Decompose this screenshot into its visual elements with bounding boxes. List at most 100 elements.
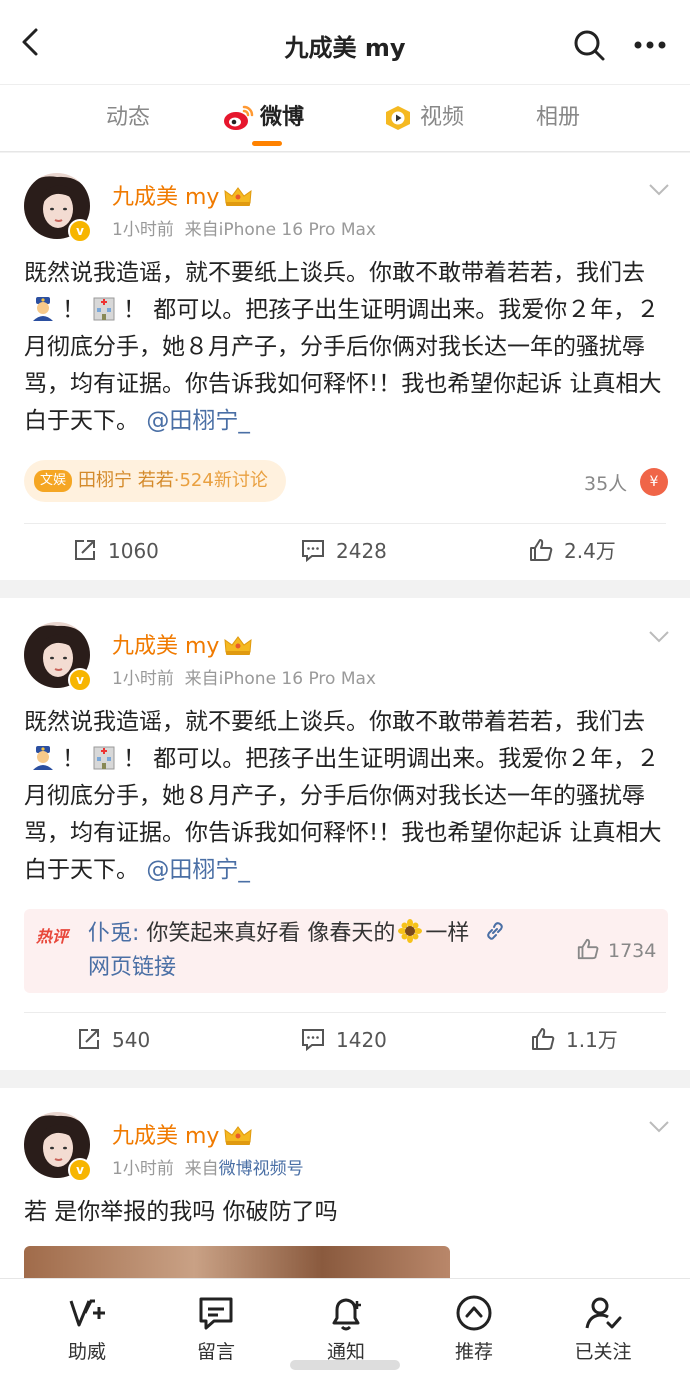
hot-comment-text: 仆兎: 你笑起来真好看 像春天的 一样 网页链接 bbox=[88, 917, 568, 985]
username[interactable]: 九成美 my bbox=[112, 179, 253, 211]
hot-comment[interactable]: 热评 仆兎: 你笑起来真好看 像春天的 一样 网页链接 1734 bbox=[24, 909, 668, 993]
hot-comment-like-count: 1734 bbox=[608, 940, 657, 962]
thumbs-up-icon bbox=[577, 938, 599, 960]
home-indicator bbox=[290, 1360, 400, 1370]
nav-cheer[interactable]: 助威 bbox=[37, 1293, 137, 1364]
divider bbox=[24, 523, 666, 524]
nav-label: 留言 bbox=[196, 1341, 235, 1363]
post-source-prefix: 来自 bbox=[184, 1159, 219, 1179]
verified-badge-icon: v bbox=[68, 668, 92, 692]
topic-pill[interactable]: 文娱 田栩宁 若若·524新讨论 bbox=[24, 460, 286, 502]
hospital-emoji-icon bbox=[93, 746, 115, 770]
followed-icon bbox=[585, 1297, 622, 1329]
repost-count: 1060 bbox=[108, 539, 159, 563]
hot-comment-label: 热评 bbox=[36, 927, 69, 946]
verified-badge-icon: v bbox=[68, 219, 92, 243]
post-text: 若 是你举报的我吗 你破防了吗 bbox=[24, 1199, 338, 1225]
post-meta: 1小时前 来自iPhone 16 Pro Max bbox=[112, 664, 376, 689]
tab-active-indicator bbox=[252, 141, 282, 146]
tab-weibo-label: 微博 bbox=[260, 105, 305, 130]
video-thumbnail[interactable] bbox=[24, 1246, 450, 1278]
chevron-down-icon[interactable] bbox=[648, 183, 670, 197]
hot-comment-like[interactable]: 1734 bbox=[576, 937, 656, 962]
repost-count: 540 bbox=[112, 1028, 151, 1052]
thumbs-up-icon bbox=[532, 1028, 555, 1050]
hot-comment-body: 你笑起来真好看 像春天的 bbox=[146, 921, 396, 946]
post-card[interactable]: v 九成美 my 1小时前 来自iPhone 16 Pro Max 既然说我造谣… bbox=[0, 153, 690, 580]
hot-comment-user[interactable]: 仆兎: bbox=[88, 921, 139, 946]
web-link[interactable]: 网页链接 bbox=[88, 955, 176, 980]
post-time: 1小时前 bbox=[112, 220, 174, 240]
post-text-part: ！ 都可以。把孩子出生证明调出来。我爱你２年，２月彻底分手，她８月产子，分手后你… bbox=[24, 297, 662, 434]
more-dots-icon[interactable] bbox=[632, 30, 668, 60]
post-source[interactable]: 微博视频号 bbox=[219, 1159, 304, 1179]
post-source: iPhone 16 Pro Max bbox=[218, 220, 376, 240]
red-envelope-icon[interactable]: ¥ bbox=[640, 468, 668, 496]
post-text: 既然说我造谣，就不要纸上谈兵。你敢不敢带着若若，我们去 ！ ！ 都可以。把孩子出… bbox=[24, 255, 666, 440]
recommend-icon bbox=[456, 1295, 492, 1331]
username-text: 九成美 my bbox=[112, 185, 220, 210]
tab-album[interactable]: 相册 bbox=[536, 103, 580, 133]
repost-button[interactable]: 540 bbox=[76, 1026, 150, 1054]
post-meta: 1小时前 来自iPhone 16 Pro Max bbox=[112, 215, 376, 240]
post-text-part: 既然说我造谣，就不要纸上谈兵。你敢不敢带着若若，我们去 bbox=[24, 260, 645, 286]
nav-recommend[interactable]: 推荐 bbox=[424, 1293, 524, 1364]
message-icon bbox=[199, 1297, 233, 1330]
nav-notify[interactable]: 通知 bbox=[296, 1293, 396, 1364]
username-text: 九成美 my bbox=[112, 1124, 220, 1149]
like-button[interactable]: 1.1万 bbox=[530, 1026, 618, 1054]
username[interactable]: 九成美 my bbox=[112, 628, 253, 660]
sunflower-emoji-icon bbox=[398, 919, 423, 943]
weibo-icon bbox=[224, 105, 254, 130]
bell-icon bbox=[332, 1298, 361, 1331]
thumbs-up-icon bbox=[530, 539, 553, 561]
username[interactable]: 九成美 my bbox=[112, 1118, 253, 1150]
nav-followed[interactable]: 已关注 bbox=[553, 1293, 653, 1364]
repost-icon bbox=[79, 1029, 99, 1049]
like-button[interactable]: 2.4万 bbox=[528, 537, 616, 565]
nav-message[interactable]: 留言 bbox=[166, 1293, 266, 1364]
like-count: 1.1万 bbox=[566, 1028, 618, 1052]
nav-label: 推荐 bbox=[454, 1341, 493, 1363]
comment-icon bbox=[302, 1029, 324, 1052]
post-meta: 1小时前 来自微博视频号 bbox=[112, 1154, 304, 1179]
police-emoji-icon bbox=[33, 297, 53, 321]
topic-count: ·524新讨论 bbox=[173, 470, 268, 491]
post-text-part: 既然说我造谣，就不要纸上谈兵。你敢不敢带着若若，我们去 bbox=[24, 709, 645, 735]
post-time: 1小时前 bbox=[112, 1159, 174, 1179]
post-text: 既然说我造谣，就不要纸上谈兵。你敢不敢带着若若，我们去 ！ ！ 都可以。把孩子出… bbox=[24, 704, 666, 889]
police-emoji-icon bbox=[33, 746, 53, 770]
chevron-down-icon[interactable] bbox=[648, 630, 670, 644]
tab-video[interactable]: 视频 bbox=[382, 103, 464, 133]
post-source-prefix: 来自 bbox=[184, 220, 219, 240]
top-bar: 九成美 my bbox=[0, 0, 690, 84]
topic-tag: 文娱 bbox=[34, 470, 73, 492]
post-source: iPhone 16 Pro Max bbox=[218, 669, 376, 689]
comment-button[interactable]: 2428 bbox=[300, 537, 387, 565]
cheer-icon bbox=[69, 1299, 105, 1327]
post-text-part: ！ bbox=[62, 746, 85, 772]
post-source-prefix: 来自 bbox=[184, 669, 219, 689]
mention-link[interactable]: @田栩宁_ bbox=[146, 408, 250, 434]
post-card[interactable]: v 九成美 my 1小时前 来自iPhone 16 Pro Max 既然说我造谣… bbox=[0, 598, 690, 1070]
comment-icon bbox=[302, 540, 324, 563]
divider bbox=[24, 1012, 666, 1013]
tab-weibo[interactable]: 微博 bbox=[222, 103, 304, 133]
crown-icon bbox=[224, 1126, 253, 1145]
comment-count: 1420 bbox=[336, 1028, 387, 1052]
search-icon[interactable] bbox=[572, 28, 606, 62]
link-icon bbox=[487, 922, 504, 940]
crown-icon bbox=[224, 636, 253, 655]
tab-dynamic[interactable]: 动态 bbox=[106, 103, 150, 133]
mention-link[interactable]: @田栩宁_ bbox=[146, 857, 250, 883]
like-count: 2.4万 bbox=[564, 539, 616, 563]
post-card[interactable]: v 九成美 my 1小时前 来自微博视频号 若 是你举报的我吗 你破防了吗 bbox=[0, 1088, 690, 1278]
comment-button[interactable]: 1420 bbox=[300, 1026, 387, 1054]
repost-button[interactable]: 1060 bbox=[72, 537, 159, 565]
post-text-part: ！ bbox=[62, 297, 85, 323]
chevron-down-icon[interactable] bbox=[648, 1120, 670, 1134]
repost-icon bbox=[75, 540, 95, 560]
crown-icon bbox=[224, 187, 253, 206]
verified-badge-icon: v bbox=[68, 1158, 92, 1182]
hot-comment-body: 一样 bbox=[425, 921, 470, 946]
